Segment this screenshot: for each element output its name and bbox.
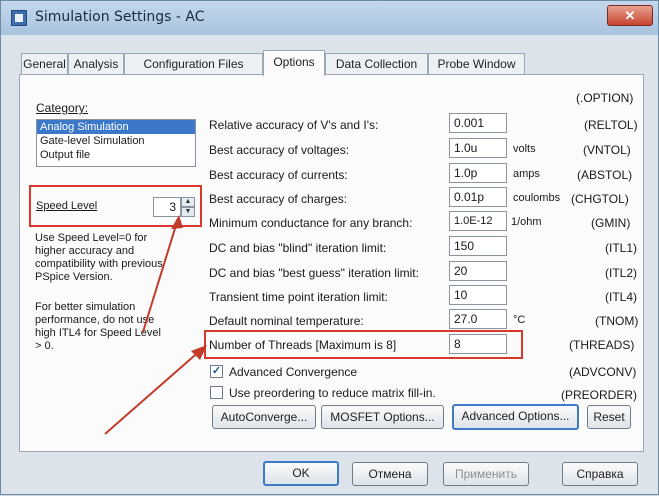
option-code-itl1: (ITL1) bbox=[605, 241, 638, 255]
gmin-input[interactable]: 1.0E-12 bbox=[449, 211, 507, 231]
speed-level-spinner[interactable]: ▲ ▼ bbox=[181, 197, 195, 217]
tab-general[interactable]: General bbox=[21, 53, 68, 75]
simulation-settings-window: Simulation Settings - AC ✕ General Analy… bbox=[0, 0, 659, 495]
mosfet-options-button[interactable]: MOSFET Options... bbox=[321, 405, 444, 429]
title-bar[interactable]: Simulation Settings - AC ✕ bbox=[1, 1, 658, 35]
option-code-advconv: (ADVCONV) bbox=[569, 365, 637, 379]
option-label-reltol: Relative accuracy of V's and I's: bbox=[209, 118, 379, 132]
spin-down-icon[interactable]: ▼ bbox=[181, 207, 195, 217]
tab-configuration-files[interactable]: Configuration Files bbox=[124, 53, 263, 75]
itl4-input[interactable]: 10 bbox=[449, 285, 507, 305]
option-code-tnom: (TNOM) bbox=[595, 314, 639, 328]
option-label-itl2: DC and bias "best guess" iteration limit… bbox=[209, 266, 419, 280]
threads-input[interactable]: 8 bbox=[449, 334, 507, 354]
option-label-tnom: Default nominal temperature: bbox=[209, 314, 364, 328]
cancel-button[interactable]: Отмена bbox=[352, 462, 428, 486]
window-title: Simulation Settings - AC bbox=[35, 9, 205, 25]
option-label-vntol: Best accuracy of voltages: bbox=[209, 143, 350, 157]
vntol-input[interactable]: 1.0u bbox=[449, 138, 507, 158]
speed-level-note: Use Speed Level=0 for higher accuracy an… bbox=[35, 232, 163, 283]
category-item-analog[interactable]: Analog Simulation bbox=[37, 120, 195, 134]
category-label: Category: bbox=[36, 101, 89, 115]
close-button[interactable]: ✕ bbox=[607, 5, 653, 26]
option-label-threads: Number of Threads [Maximum is 8] bbox=[209, 338, 397, 352]
option-unit-chgtol: coulombs bbox=[513, 192, 561, 204]
chgtol-input[interactable]: 0.01p bbox=[449, 187, 507, 207]
preordering-label: Use preordering to reduce matrix fill-in… bbox=[229, 386, 436, 400]
autoconverge-button[interactable]: AutoConverge... bbox=[212, 405, 316, 429]
help-button[interactable]: Справка bbox=[562, 462, 638, 486]
option-code-gmin: (GMIN) bbox=[591, 216, 631, 230]
tab-options[interactable]: Options bbox=[263, 50, 325, 76]
advanced-convergence-label: Advanced Convergence bbox=[229, 365, 358, 379]
option-unit-tnom: °C bbox=[513, 314, 526, 326]
speed-level-input[interactable]: 3 bbox=[153, 197, 181, 217]
tab-analysis[interactable]: Analysis bbox=[68, 53, 124, 75]
reset-button[interactable]: Reset bbox=[587, 405, 631, 429]
reltol-input[interactable]: 0.001 bbox=[449, 113, 507, 133]
option-label-itl1: DC and bias "blind" iteration limit: bbox=[209, 241, 387, 255]
option-code-itl4: (ITL4) bbox=[605, 290, 638, 304]
option-code-vntol: (VNTOL) bbox=[583, 143, 631, 157]
category-list[interactable]: Analog Simulation Gate-level Simulation … bbox=[36, 119, 196, 167]
tab-probe-window[interactable]: Probe Window bbox=[428, 53, 525, 75]
option-code-chgtol: (CHGTOL) bbox=[571, 192, 629, 206]
option-unit-gmin: 1/ohm bbox=[511, 216, 542, 228]
option-header: (.OPTION) bbox=[576, 91, 634, 105]
option-label-chgtol: Best accuracy of charges: bbox=[209, 192, 348, 206]
option-unit-abstol: amps bbox=[513, 168, 540, 180]
option-label-itl4: Transient time point iteration limit: bbox=[209, 290, 388, 304]
advanced-convergence-checkbox[interactable]: ✓ bbox=[210, 365, 223, 378]
app-icon bbox=[11, 10, 27, 26]
category-item-gate-level[interactable]: Gate-level Simulation bbox=[37, 134, 195, 148]
option-label-gmin: Minimum conductance for any branch: bbox=[209, 216, 413, 230]
option-code-abstol: (ABSTOL) bbox=[577, 168, 633, 182]
itl4-note: For better simulation performance, do no… bbox=[35, 301, 161, 352]
spin-up-icon[interactable]: ▲ bbox=[181, 197, 195, 207]
option-code-threads: (THREADS) bbox=[569, 338, 635, 352]
itl1-input[interactable]: 150 bbox=[449, 236, 507, 256]
apply-button[interactable]: Применить bbox=[443, 462, 529, 486]
category-item-output-file[interactable]: Output file bbox=[37, 148, 195, 162]
tnom-input[interactable]: 27.0 bbox=[449, 309, 507, 329]
option-unit-vntol: volts bbox=[513, 143, 536, 155]
speed-level-label: Speed Level bbox=[36, 200, 98, 212]
itl2-input[interactable]: 20 bbox=[449, 261, 507, 281]
abstol-input[interactable]: 1.0p bbox=[449, 163, 507, 183]
ok-button[interactable]: OK bbox=[263, 461, 339, 486]
tab-data-collection[interactable]: Data Collection bbox=[325, 53, 428, 75]
option-code-preorder: (PREORDER) bbox=[561, 388, 638, 402]
option-code-reltol: (RELTOL) bbox=[584, 118, 638, 132]
advanced-options-button[interactable]: Advanced Options... bbox=[452, 404, 579, 430]
preordering-checkbox[interactable] bbox=[210, 386, 223, 399]
option-code-itl2: (ITL2) bbox=[605, 266, 638, 280]
option-label-abstol: Best accuracy of currents: bbox=[209, 168, 348, 182]
